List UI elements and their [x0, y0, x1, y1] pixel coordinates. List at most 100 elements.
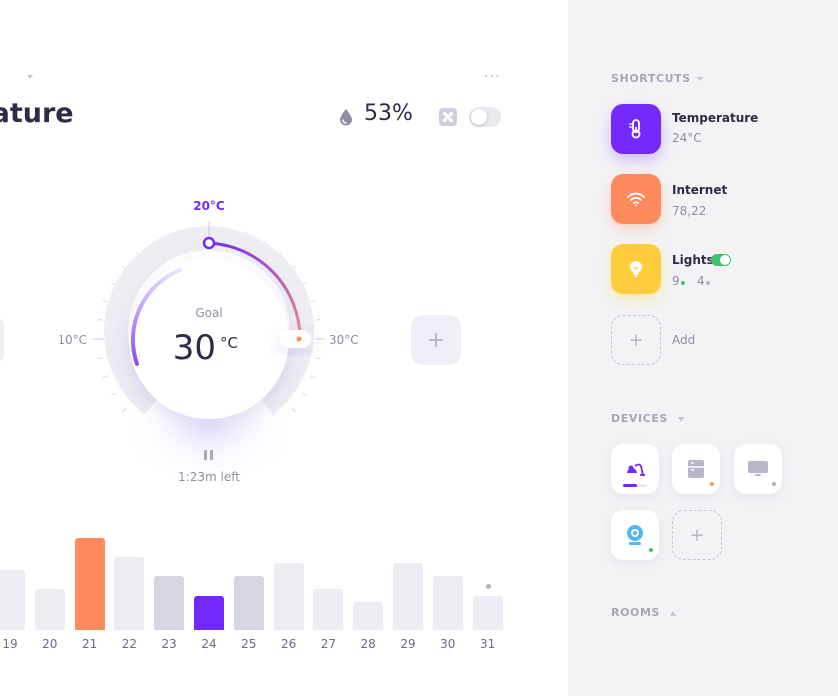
rooms-heading-text: ROOMS: [611, 606, 661, 619]
dial-tick: [102, 299, 108, 303]
shortcut-internet-name: Internet: [672, 183, 728, 197]
devices-heading-text: DEVICES: [611, 412, 668, 425]
fridge-status-dot: [710, 482, 714, 486]
chevron-down-icon: [678, 416, 685, 422]
shortcut-internet-tile[interactable]: [611, 174, 661, 224]
more-options-icon[interactable]: ···: [484, 69, 500, 85]
bar-day-19[interactable]: [0, 570, 25, 630]
bar-day-22[interactable]: [114, 557, 145, 630]
day-label-23: 23: [161, 637, 177, 651]
right-temp-label: 30°C: [329, 333, 359, 347]
shortcut-internet-value: 78,22: [672, 204, 707, 218]
lights-toggle[interactable]: [711, 254, 731, 266]
end-handle[interactable]: [280, 330, 312, 348]
end-handle-dot: [296, 336, 302, 342]
toggle-knob: [471, 109, 487, 125]
goal-value: 30: [173, 328, 216, 368]
water-drop-icon: [340, 109, 352, 126]
bar-day-20[interactable]: [34, 589, 65, 630]
chevron-down-icon: [697, 77, 704, 81]
dial-tick: [302, 282, 308, 286]
thermostat-dial[interactable]: 20°C 30°C 10°C Goal 30 °C 1:23m left: [60, 185, 370, 495]
bar-day-30[interactable]: [432, 576, 463, 630]
lights-count-off: 4: [697, 274, 705, 288]
vacuum-progress-fill: [623, 484, 637, 487]
day-label-28: 28: [360, 637, 376, 651]
fridge-icon: [688, 460, 704, 478]
dial-tick: [110, 282, 116, 286]
top-temp-label: 20°C: [193, 199, 225, 213]
lights-off-dot: [706, 281, 710, 285]
dial-tick: [310, 375, 316, 379]
day-label-20: 20: [42, 637, 58, 651]
day-label-25: 25: [241, 637, 257, 651]
dial-tick: [310, 299, 316, 303]
shortcut-temperature-value: 24°C: [672, 131, 702, 145]
bar-day-27[interactable]: [313, 589, 344, 630]
device-camera[interactable]: [611, 510, 659, 560]
add-shortcut-button[interactable]: +: [611, 315, 661, 365]
decrease-button[interactable]: [0, 315, 4, 365]
fan-toggle[interactable]: [469, 107, 501, 127]
bar-day-29[interactable]: [393, 563, 423, 630]
humidity-value: 53%: [364, 101, 413, 126]
thermometer-icon: [629, 119, 641, 139]
day-label-27: 27: [320, 637, 337, 651]
bar-day-24[interactable]: [194, 596, 224, 630]
shortcut-lights-tile[interactable]: [611, 244, 661, 294]
lights-toggle-knob: [720, 255, 730, 265]
bar-day-28[interactable]: [353, 602, 384, 630]
device-tv[interactable]: [734, 444, 782, 494]
lights-count-on: 9: [672, 274, 680, 288]
vacuum-progress-track: [623, 484, 647, 487]
start-handle[interactable]: [202, 236, 216, 250]
goal-label: Goal: [195, 306, 222, 320]
day-label-30: 30: [440, 637, 456, 651]
add-shortcut-label[interactable]: Add: [672, 333, 695, 347]
lights-on-dot: [681, 281, 685, 285]
page-title: erature: [0, 98, 74, 129]
shortcut-temperature-tile[interactable]: [611, 104, 661, 154]
bar-day-25[interactable]: [233, 576, 264, 630]
day-label-29: 29: [400, 637, 416, 651]
shortcut-lights-name: Lights: [672, 253, 714, 267]
increase-button[interactable]: +: [411, 315, 461, 365]
day-label-26: 26: [280, 637, 297, 651]
chevron-up-icon: [670, 610, 677, 616]
device-vacuum[interactable]: [611, 444, 659, 494]
shortcuts-heading[interactable]: SHORTCUTS: [611, 72, 704, 85]
tv-status-dot: [772, 482, 776, 486]
chart-marker-dot: [486, 584, 491, 589]
pause-icon-bar-left[interactable]: [204, 450, 207, 460]
shortcut-temperature-name: Temperature: [672, 111, 759, 125]
day-label-21: 21: [81, 637, 98, 651]
bar-day-23[interactable]: [154, 576, 185, 630]
shortcuts-heading-text: SHORTCUTS: [611, 72, 691, 85]
bar-day-31[interactable]: [472, 596, 503, 630]
dial-tick: [97, 357, 103, 360]
day-label-24: 24: [201, 637, 217, 651]
right-sidebar: SHORTCUTS Temperature 24°C Internet 78,2…: [568, 0, 838, 696]
devices-heading[interactable]: DEVICES: [611, 412, 685, 425]
day-label-22: 22: [121, 637, 138, 651]
vacuum-icon: [627, 463, 645, 476]
main-panel: ıl ··· erature 53%: [0, 0, 568, 696]
pause-icon-bar-right[interactable]: [210, 450, 213, 460]
dial-tick: [315, 357, 321, 360]
lightbulb-icon: [630, 261, 642, 277]
dial-tick: [97, 318, 103, 321]
bar-day-26[interactable]: [273, 563, 304, 630]
time-left-label: 1:23m left: [178, 470, 240, 484]
day-label-31: 31: [479, 637, 496, 651]
day-label-19: 19: [2, 637, 18, 651]
rooms-heading[interactable]: ROOMS: [611, 606, 677, 619]
dial-tick: [315, 318, 321, 321]
device-fridge[interactable]: [672, 444, 720, 494]
bar-day-21[interactable]: [74, 538, 105, 630]
tv-icon: [748, 461, 768, 476]
room-dropdown-icon[interactable]: [27, 75, 33, 79]
goal-unit: °C: [220, 334, 238, 352]
add-device-button[interactable]: +: [672, 510, 722, 560]
dial-tick: [302, 392, 308, 396]
wifi-icon: [627, 192, 645, 207]
